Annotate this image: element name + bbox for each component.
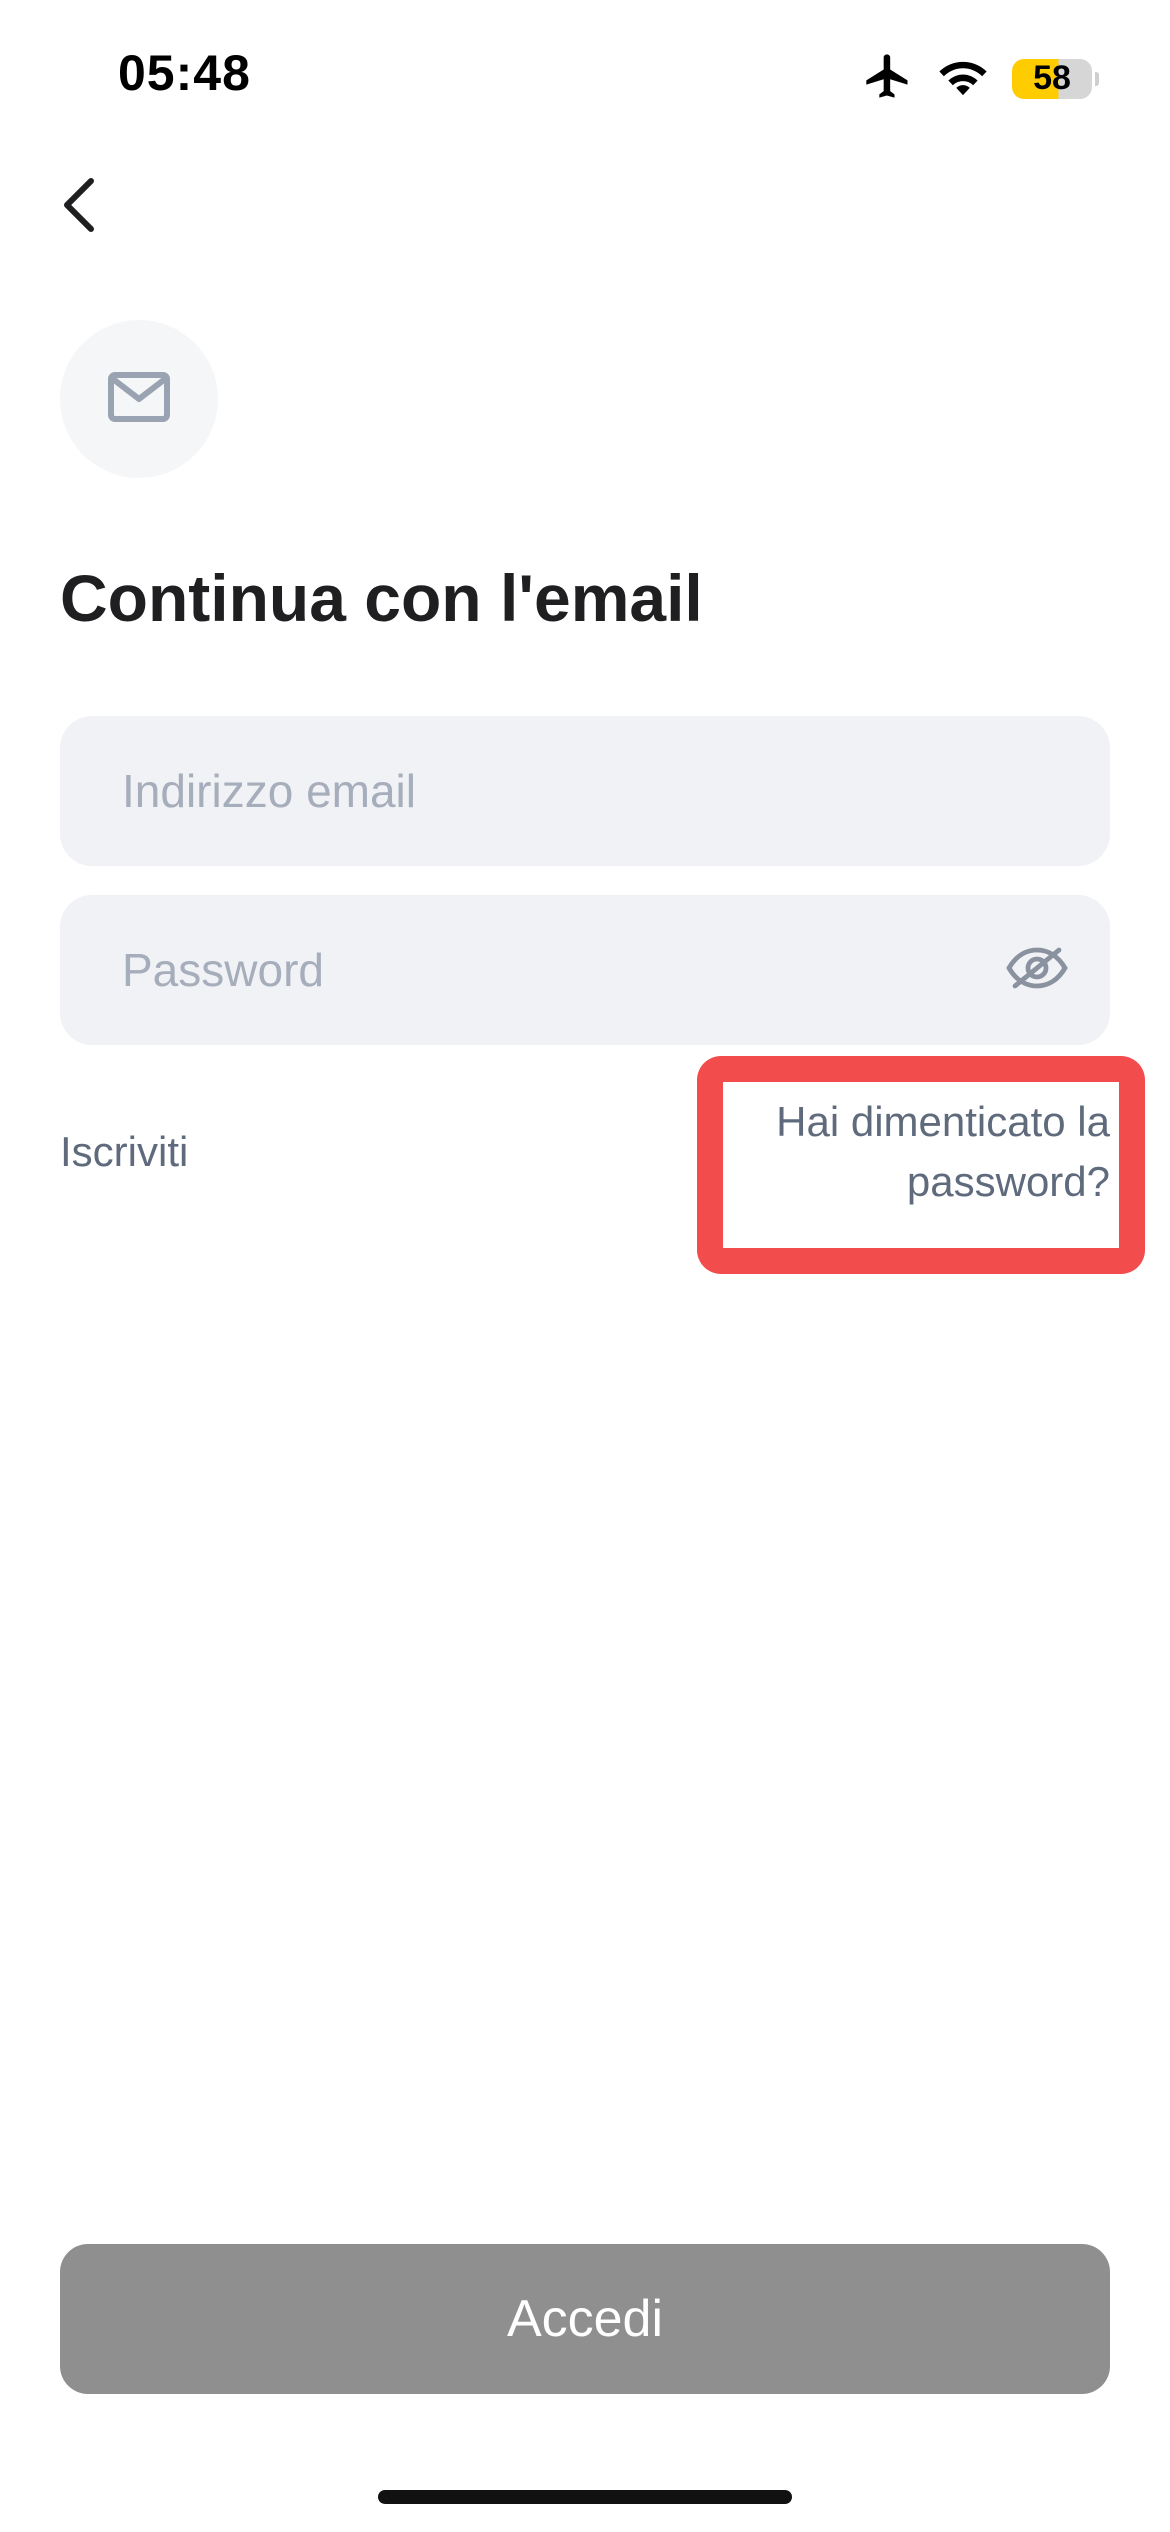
mail-icon [107,370,171,429]
login-button[interactable]: Accedi [60,2244,1110,2394]
airplane-icon [862,50,914,107]
page-title: Continua con l'email [60,561,703,635]
password-field[interactable] [60,895,1110,1045]
forgot-password-link[interactable]: Hai dimenticato la password? [720,1092,1110,1212]
signup-link[interactable]: Iscriviti [60,1128,188,1176]
status-icons: 58 [862,50,1099,107]
chevron-left-icon [59,175,99,240]
battery-level: 58 [1033,59,1071,97]
status-time: 05:48 [118,45,251,101]
password-visibility-toggle[interactable] [1004,937,1070,1003]
email-field[interactable] [60,716,1110,866]
battery-icon: 58 [1012,58,1099,99]
eye-off-icon [1005,946,1069,995]
home-indicator [378,2490,792,2504]
mail-badge [60,320,218,478]
wifi-icon [936,53,990,104]
password-input[interactable] [120,942,1050,998]
back-button[interactable] [44,172,114,242]
email-input[interactable] [120,763,1050,819]
